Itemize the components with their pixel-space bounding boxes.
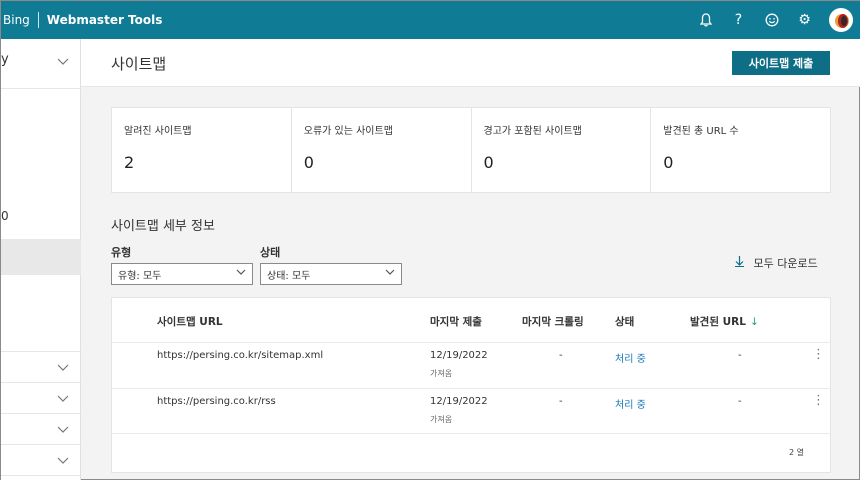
stat-value: 0 bbox=[303, 153, 314, 172]
stat-warning-sitemaps: 경고가 포함된 사이트맵 0 bbox=[472, 108, 652, 192]
sidebar: y 0 bbox=[1, 39, 81, 480]
stat-value: 2 bbox=[124, 153, 135, 172]
cell-url[interactable]: https://persing.co.kr/rss bbox=[157, 396, 276, 407]
chevron-down-icon bbox=[57, 455, 69, 468]
column-header-last-crawled[interactable]: 마지막 크롤링 bbox=[522, 314, 584, 329]
sort-down-arrow-icon: ↓ bbox=[749, 316, 759, 328]
sidebar-group-4[interactable] bbox=[1, 445, 81, 476]
download-all-button[interactable]: 모두 다운로드 bbox=[735, 255, 818, 271]
sidebar-item-fragment: 0 bbox=[1, 209, 9, 223]
sidebar-item-sitemaps[interactable] bbox=[1, 239, 81, 275]
sidebar-group-2[interactable] bbox=[1, 383, 81, 414]
sitemap-table: 사이트맵 URL 마지막 제출 마지막 크롤링 상태 발견된 URL ↓ http… bbox=[111, 297, 831, 473]
help-icon[interactable]: ? bbox=[722, 1, 755, 39]
more-options-icon[interactable]: ⋮ bbox=[812, 393, 825, 408]
product-name: Webmaster Tools bbox=[46, 13, 163, 27]
cell-submitted-sub: 가져옴 bbox=[430, 369, 453, 378]
stats-card: 알려진 사이트맵 2 오류가 있는 사이트맵 0 경고가 포함된 사이트맵 0 … bbox=[111, 107, 831, 193]
cell-last-crawled: - bbox=[559, 396, 563, 407]
column-header-discovered-label: 발견된 URL bbox=[690, 316, 746, 328]
row-divider bbox=[112, 342, 830, 343]
avatar[interactable] bbox=[829, 8, 853, 32]
sidebar-group-1[interactable] bbox=[1, 351, 81, 383]
column-header-url[interactable]: 사이트맵 URL bbox=[157, 314, 223, 329]
more-options-icon[interactable]: ⋮ bbox=[812, 347, 825, 362]
brand-divider bbox=[37, 12, 39, 28]
type-filter-label: 유형 bbox=[111, 246, 132, 259]
row-count: 2 열 bbox=[789, 448, 804, 457]
stat-error-sitemaps: 오류가 있는 사이트맵 0 bbox=[292, 108, 472, 192]
page-title: 사이트맵 bbox=[111, 55, 167, 73]
cell-discovered-urls: - bbox=[738, 396, 742, 407]
cell-status[interactable]: 처리 중 bbox=[615, 350, 646, 365]
cell-submitted-sub: 가져옴 bbox=[430, 415, 453, 424]
page-header: 사이트맵 사이트맵 제출 bbox=[81, 39, 860, 87]
top-bar-icons: ? ⚙ bbox=[689, 1, 853, 39]
brand[interactable]: Bing Webmaster Tools bbox=[1, 12, 162, 28]
cell-url[interactable]: https://persing.co.kr/sitemap.xml bbox=[157, 350, 323, 361]
stat-value: 0 bbox=[483, 153, 494, 172]
submit-sitemap-button[interactable]: 사이트맵 제출 bbox=[732, 51, 830, 75]
status-filter-value: 상태: 모두 bbox=[267, 271, 311, 282]
column-header-discovered-urls[interactable]: 발견된 URL ↓ bbox=[690, 314, 759, 329]
stat-known-sitemaps: 알려진 사이트맵 2 bbox=[112, 108, 292, 192]
chevron-down-icon bbox=[57, 393, 69, 406]
download-all-label: 모두 다운로드 bbox=[753, 257, 818, 270]
top-bar: Bing Webmaster Tools ? ⚙ bbox=[1, 1, 860, 39]
download-icon bbox=[735, 256, 748, 270]
stat-value: 0 bbox=[663, 153, 674, 172]
chevron-down-icon bbox=[236, 266, 246, 279]
chevron-down-icon bbox=[57, 424, 69, 437]
stat-label: 알려진 사이트맵 bbox=[124, 126, 192, 137]
main-content: 사이트맵 사이트맵 제출 알려진 사이트맵 2 오류가 있는 사이트맵 0 경고… bbox=[81, 39, 860, 480]
bing-logo-text: Bing bbox=[3, 13, 30, 27]
stat-label: 발견된 총 URL 수 bbox=[663, 126, 739, 137]
chevron-down-icon bbox=[57, 56, 69, 69]
sidebar-site-selector[interactable]: y bbox=[1, 39, 81, 89]
stat-total-urls: 발견된 총 URL 수 0 bbox=[651, 108, 830, 192]
sidebar-group-3[interactable] bbox=[1, 414, 81, 445]
column-header-status[interactable]: 상태 bbox=[615, 314, 634, 329]
cell-discovered-urls: - bbox=[738, 350, 742, 361]
chevron-down-icon bbox=[385, 266, 395, 279]
smiley-icon[interactable] bbox=[755, 1, 788, 39]
gear-icon[interactable]: ⚙ bbox=[788, 1, 821, 39]
stat-label: 경고가 포함된 사이트맵 bbox=[483, 126, 582, 137]
type-filter-select[interactable]: 유형: 모두 bbox=[111, 263, 253, 285]
column-header-last-submitted[interactable]: 마지막 제출 bbox=[430, 314, 482, 329]
stat-label: 오류가 있는 사이트맵 bbox=[303, 126, 393, 137]
row-divider bbox=[112, 388, 830, 389]
chevron-down-icon bbox=[57, 362, 69, 375]
status-filter-label: 상태 bbox=[260, 246, 281, 259]
status-filter-select[interactable]: 상태: 모두 bbox=[260, 263, 402, 285]
section-title: 사이트맵 세부 정보 bbox=[111, 219, 215, 234]
cell-last-submitted: 12/19/2022 bbox=[430, 350, 488, 361]
row-divider bbox=[112, 433, 830, 434]
bell-icon[interactable] bbox=[689, 1, 722, 39]
type-filter-value: 유형: 모두 bbox=[118, 271, 162, 282]
sidebar-site-fragment: y bbox=[1, 52, 9, 67]
cell-last-crawled: - bbox=[559, 350, 563, 361]
cell-status[interactable]: 처리 중 bbox=[615, 396, 646, 411]
cell-last-submitted: 12/19/2022 bbox=[430, 396, 488, 407]
